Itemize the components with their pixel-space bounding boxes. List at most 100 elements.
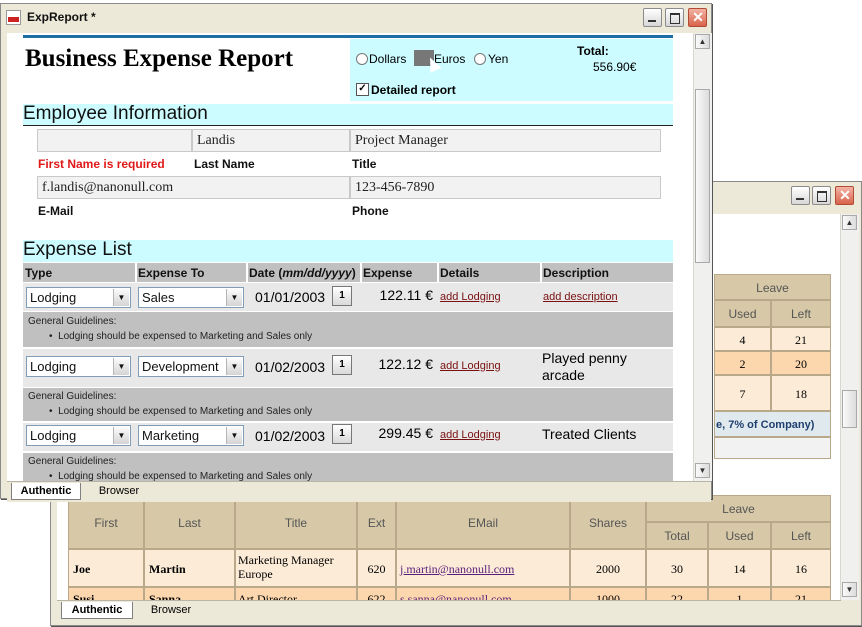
column-divider bbox=[246, 263, 248, 282]
detailed-report-label: Detailed report bbox=[371, 83, 456, 97]
add-lodging-link[interactable]: add Lodging bbox=[440, 291, 501, 303]
detailed-report-checkbox[interactable]: ✓ bbox=[356, 83, 369, 96]
column-divider bbox=[540, 263, 542, 282]
date-value[interactable]: 01/01/2003 bbox=[255, 289, 325, 305]
type-value: Lodging bbox=[30, 290, 77, 305]
first-name-field[interactable] bbox=[37, 129, 192, 152]
shares-cell: 1000 bbox=[570, 587, 646, 600]
email-link[interactable]: s.sanna@nanonull.com bbox=[396, 587, 570, 600]
guideline-item: • Lodging should be expensed to Marketin… bbox=[49, 331, 313, 342]
type-select[interactable]: Lodging ▼ bbox=[26, 356, 131, 377]
date-header-suffix: ) bbox=[351, 266, 356, 280]
column-divider bbox=[135, 263, 137, 282]
used-cell: 14 bbox=[708, 549, 771, 587]
back-view-tabs: Authentic Browser bbox=[57, 600, 841, 623]
minimize-icon bbox=[796, 198, 804, 200]
front-vertical-scrollbar[interactable]: ▲ ▼ bbox=[693, 33, 712, 481]
maximize-button[interactable] bbox=[665, 8, 684, 27]
shares-cell: 2000 bbox=[570, 549, 646, 587]
expense-amount[interactable]: 122.11 € bbox=[367, 287, 433, 303]
last-name-field[interactable]: Landis bbox=[192, 129, 350, 152]
total-value: 556.90€ bbox=[593, 60, 637, 74]
close-button[interactable]: ✕ bbox=[835, 186, 854, 205]
first-name-cell: Susi bbox=[68, 587, 144, 600]
calendar-button[interactable]: 1 bbox=[332, 286, 352, 306]
total-cell: 30 bbox=[646, 549, 708, 587]
top-rule bbox=[23, 35, 673, 38]
last-column-header: Last bbox=[144, 495, 235, 549]
page-title: Business Expense Report bbox=[25, 45, 294, 72]
description-value[interactable]: Played penny arcade bbox=[542, 350, 672, 384]
yen-radio[interactable] bbox=[474, 53, 486, 65]
expense-to-value: Development bbox=[142, 359, 219, 374]
expense-to-select[interactable]: Development ▼ bbox=[138, 356, 244, 377]
tab-authentic[interactable]: Authentic bbox=[11, 483, 81, 500]
expense-amount[interactable]: 299.45 € bbox=[367, 425, 434, 441]
add-lodging-link[interactable]: add Lodging bbox=[440, 429, 501, 441]
general-guidelines: General Guidelines: • Lodging should be … bbox=[23, 312, 673, 347]
last-name-label: Last Name bbox=[194, 157, 255, 171]
shares-column-header: Shares bbox=[570, 495, 646, 549]
last-name-cell: Sanna bbox=[144, 587, 235, 600]
used-cell: 2 bbox=[714, 351, 771, 375]
maximize-button[interactable] bbox=[812, 186, 831, 205]
add-lodging-link[interactable]: add Lodging bbox=[440, 360, 501, 372]
total-label: Total: bbox=[577, 44, 609, 58]
guidelines-label: General Guidelines: bbox=[28, 316, 117, 327]
chevron-down-icon: ▼ bbox=[113, 358, 129, 375]
title-column-header: Title bbox=[235, 495, 357, 549]
scroll-thumb[interactable] bbox=[695, 89, 710, 263]
minimize-button[interactable] bbox=[791, 186, 810, 205]
scroll-down-button[interactable]: ▼ bbox=[842, 582, 857, 597]
email-link[interactable]: j.martin@nanonull.com bbox=[396, 549, 570, 587]
first-name-error: First Name is required bbox=[38, 157, 165, 171]
chevron-down-icon: ▼ bbox=[226, 427, 242, 444]
add-description-link[interactable]: add description bbox=[543, 291, 618, 303]
front-window-titlebar: ExpReport * ✕ bbox=[1, 4, 711, 32]
back-vertical-scrollbar[interactable]: ▲ ▼ bbox=[840, 214, 859, 600]
left-header: Left bbox=[771, 300, 831, 327]
minimize-button[interactable] bbox=[643, 8, 662, 27]
date-value[interactable]: 01/02/2003 bbox=[255, 359, 325, 375]
maximize-icon bbox=[817, 191, 827, 202]
type-select[interactable]: Lodging ▼ bbox=[26, 287, 131, 308]
expense-report-document: Business Expense Report Dollars Euros Ye… bbox=[7, 33, 693, 481]
type-value: Lodging bbox=[30, 359, 77, 374]
title-cell: Marketing Manager Europe bbox=[235, 549, 357, 587]
guideline-text: Lodging should be expensed to Marketing … bbox=[58, 406, 313, 417]
column-divider bbox=[360, 263, 362, 282]
calendar-button[interactable]: 1 bbox=[332, 424, 352, 444]
expense-to-value: Sales bbox=[142, 290, 175, 305]
scroll-down-button[interactable]: ▼ bbox=[695, 463, 710, 478]
scroll-up-button[interactable]: ▲ bbox=[842, 215, 857, 230]
used-column-header: Used bbox=[708, 522, 771, 549]
calendar-icon: 1 bbox=[339, 359, 345, 370]
phone-field[interactable]: 123-456-7890 bbox=[350, 176, 661, 199]
email-column-header: EMail bbox=[396, 495, 570, 549]
calendar-icon: 1 bbox=[339, 428, 345, 439]
yen-label: Yen bbox=[488, 52, 509, 66]
dollars-radio[interactable] bbox=[356, 53, 368, 65]
scroll-up-button[interactable]: ▲ bbox=[695, 34, 710, 49]
expense-to-value: Marketing bbox=[142, 428, 200, 443]
tab-browser[interactable]: Browser bbox=[141, 602, 201, 619]
date-format: mm/dd/yyyy bbox=[282, 266, 352, 280]
scroll-thumb[interactable] bbox=[842, 390, 857, 428]
minimize-icon bbox=[648, 20, 656, 22]
guideline-text: Lodging should be expensed to Marketing … bbox=[58, 331, 313, 342]
expense-amount[interactable]: 122.12 € bbox=[367, 356, 434, 372]
date-value[interactable]: 01/02/2003 bbox=[255, 428, 325, 444]
guideline-text: Lodging should be expensed to Marketing … bbox=[58, 471, 313, 481]
title-field[interactable]: Project Manager bbox=[350, 129, 661, 152]
close-button[interactable]: ✕ bbox=[688, 8, 707, 27]
calendar-button[interactable]: 1 bbox=[332, 355, 352, 375]
type-select[interactable]: Lodging ▼ bbox=[26, 425, 131, 446]
maximize-icon bbox=[670, 13, 680, 24]
details-column-header: Details bbox=[440, 266, 480, 280]
tab-browser[interactable]: Browser bbox=[89, 483, 149, 500]
email-field[interactable]: f.landis@nanonull.com bbox=[37, 176, 350, 199]
expense-to-select[interactable]: Sales ▼ bbox=[138, 287, 244, 308]
expense-to-select[interactable]: Marketing ▼ bbox=[138, 425, 244, 446]
description-value[interactable]: Treated Clients bbox=[542, 426, 636, 442]
tab-authentic[interactable]: Authentic bbox=[61, 602, 133, 619]
